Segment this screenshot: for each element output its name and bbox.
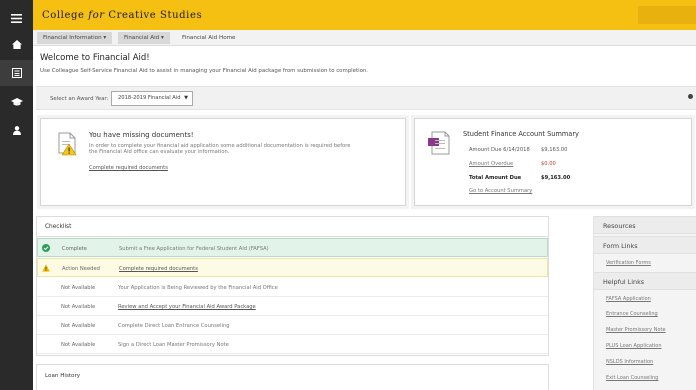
finance-summary-title: Student Finance Account Summary bbox=[463, 130, 579, 138]
checklist-panel: Checklist Complete Submit a Free Applica… bbox=[36, 216, 549, 356]
total-amount-due-value: $9,163.00 bbox=[541, 175, 571, 181]
chevron-down-icon: ▼ bbox=[184, 95, 188, 101]
warning-icon bbox=[42, 264, 50, 272]
checklist-row: Action Needed Complete required document… bbox=[37, 258, 548, 277]
missing-documents-title: You have missing documents! bbox=[89, 131, 194, 139]
checklist-status: Not Available bbox=[61, 285, 96, 291]
document-warning-icon bbox=[54, 130, 80, 158]
award-year-bar: Select an Award Year: 2018-2019 Financia… bbox=[36, 86, 696, 110]
bank-icon[interactable] bbox=[0, 60, 33, 86]
check-circle-icon bbox=[42, 244, 50, 252]
breadcrumb-financial-aid[interactable]: Financial Aid ▾ bbox=[118, 32, 170, 44]
home-icon[interactable] bbox=[0, 31, 33, 57]
resource-link[interactable]: FAFSA Application bbox=[606, 296, 651, 302]
statement-icon bbox=[428, 129, 454, 159]
resource-link[interactable]: Verification Forms bbox=[606, 260, 651, 266]
checklist-status: Not Available bbox=[61, 304, 96, 310]
missing-documents-card: You have missing documents! In order to … bbox=[40, 118, 406, 206]
award-year-select[interactable]: 2018-2019 Financial Aid ▼ bbox=[111, 91, 193, 106]
breadcrumb: Financial Information ▾ Financial Aid ▾ … bbox=[33, 30, 696, 46]
resources-panel: Resources Form Links Verification Forms … bbox=[593, 216, 696, 390]
loan-history-panel: Loan History bbox=[36, 364, 549, 390]
breadcrumb-financial-information[interactable]: Financial Information ▾ bbox=[37, 32, 113, 44]
left-navigation bbox=[0, 0, 33, 390]
hamburger-menu-icon[interactable] bbox=[0, 5, 33, 31]
scroll-indicator bbox=[688, 94, 693, 99]
student-finance-card: Student Finance Account Summary Amount D… bbox=[414, 118, 692, 206]
amount-overdue-value: $0.00 bbox=[541, 161, 556, 167]
page-intro: Use Colleague Self-Service Financial Aid… bbox=[40, 68, 368, 74]
loan-history-title: Loan History bbox=[45, 373, 81, 379]
checklist-task-link[interactable]: Complete required documents bbox=[119, 266, 198, 272]
resource-link[interactable]: Master Promissory Note bbox=[606, 327, 666, 333]
checklist-row: Not Available Sign a Direct Loan Master … bbox=[37, 335, 548, 354]
resources-header: Resources bbox=[594, 216, 696, 234]
checklist-task-link[interactable]: Review and Accept your Financial Aid Awa… bbox=[118, 304, 256, 310]
resource-link[interactable]: PLUS Loan Application bbox=[606, 343, 662, 349]
helpful-links-header: Helpful Links bbox=[594, 272, 696, 290]
total-amount-due-label: Total Amount Due bbox=[469, 175, 522, 181]
checklist-row: Not Available Complete Direct Loan Entra… bbox=[37, 316, 548, 335]
resource-link[interactable]: NSLDS Information bbox=[606, 359, 653, 365]
amount-overdue-label[interactable]: Amount Overdue bbox=[469, 161, 513, 167]
form-links-header: Form Links bbox=[594, 236, 696, 254]
checklist-title: Checklist bbox=[45, 224, 72, 230]
checklist-row: Not Available Your Application is Being … bbox=[37, 278, 548, 297]
checklist-status: Not Available bbox=[61, 342, 96, 348]
graduation-cap-icon[interactable] bbox=[0, 89, 33, 115]
account-summary-link[interactable]: Go to Account Summary bbox=[469, 188, 532, 194]
resource-link[interactable]: Exit Loan Counseling bbox=[606, 375, 658, 381]
checklist-status: Not Available bbox=[61, 323, 96, 329]
checklist-task: Your Application is Being Reviewed by th… bbox=[118, 285, 278, 291]
user-icon[interactable] bbox=[0, 117, 33, 143]
header-user-area[interactable] bbox=[638, 6, 696, 24]
checklist-task: Sign a Direct Loan Master Promissory Not… bbox=[118, 342, 229, 348]
checklist-task: Complete Direct Loan Entrance Counseling bbox=[118, 323, 230, 329]
award-year-label: Select an Award Year: bbox=[50, 96, 109, 102]
resource-link[interactable]: Entrance Counseling bbox=[606, 311, 658, 317]
amount-due-value: $9,163.00 bbox=[541, 147, 568, 153]
amount-due-label: Amount Due 6/14/2018 bbox=[469, 147, 530, 153]
complete-documents-link[interactable]: Complete required documents bbox=[89, 165, 168, 171]
breadcrumb-financial-aid-home: Financial Aid Home bbox=[182, 35, 236, 41]
checklist-row: Not Available Review and Accept your Fin… bbox=[37, 297, 548, 316]
checklist-status: Action Needed bbox=[62, 266, 100, 272]
checklist-task: Submit a Free Application for Federal St… bbox=[119, 246, 269, 252]
checklist-header: Checklist bbox=[37, 217, 548, 237]
checklist-status: Complete bbox=[62, 246, 88, 252]
missing-documents-text: In order to complete your financial aid … bbox=[89, 143, 351, 156]
college-logo[interactable]: College for Creative Studies bbox=[42, 10, 202, 21]
page-title: Welcome to Financial Aid! bbox=[40, 53, 150, 63]
checklist-row: Complete Submit a Free Application for F… bbox=[37, 238, 548, 257]
